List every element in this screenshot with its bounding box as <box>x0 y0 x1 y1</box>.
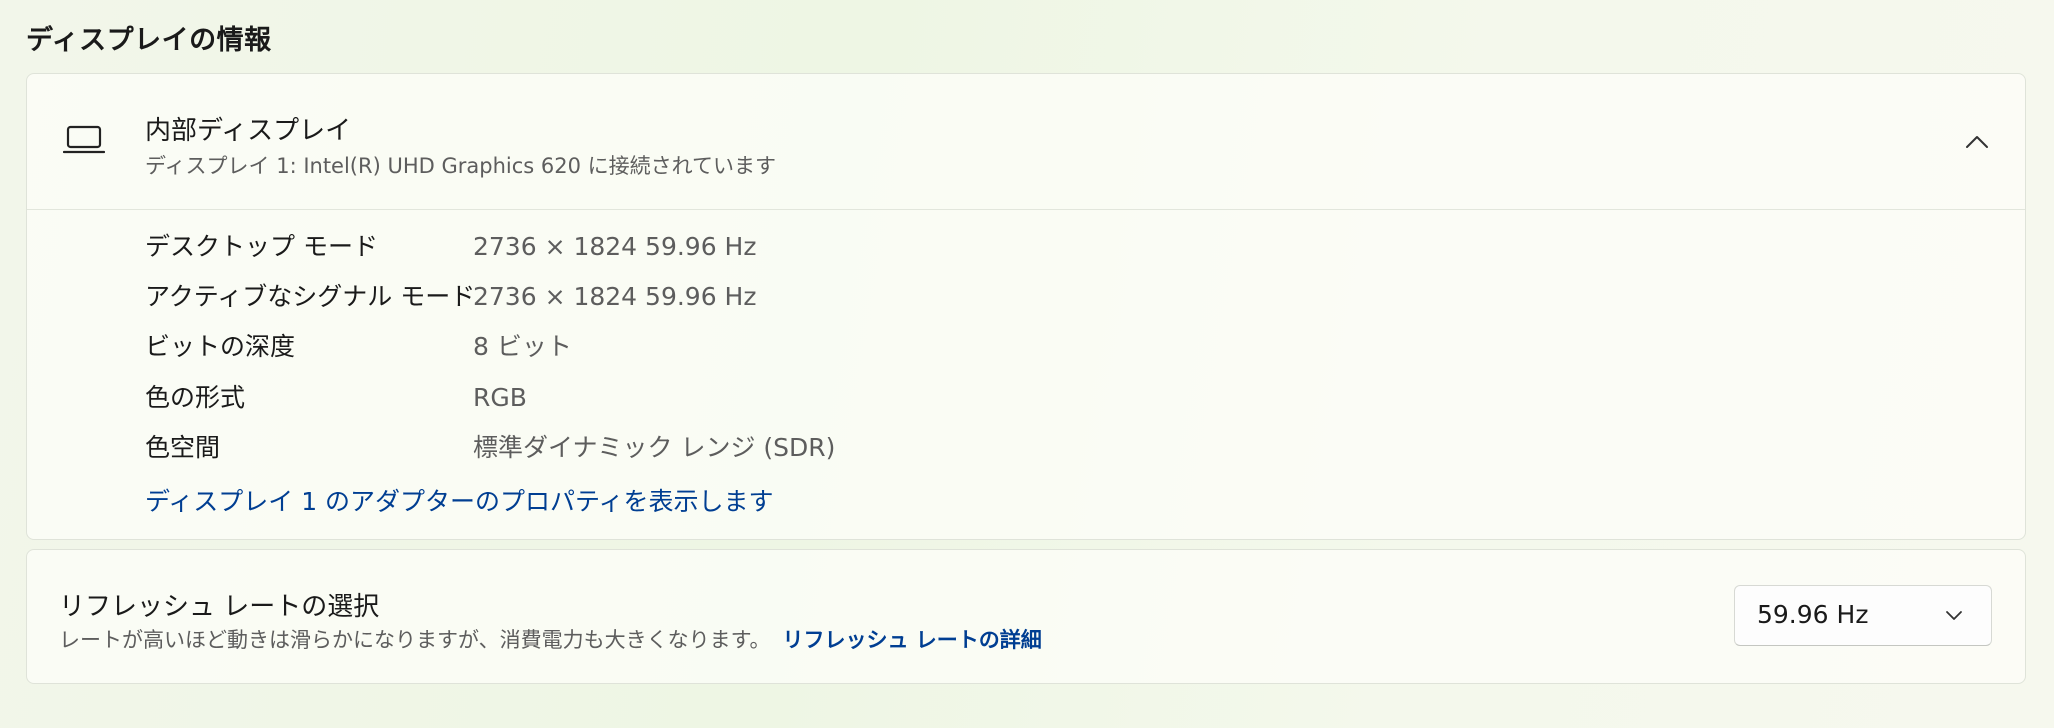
refresh-rate-details-link[interactable]: リフレッシュ レートの詳細 <box>782 628 1041 652</box>
display-subtitle: ディスプレイ 1: Intel(R) UHD Graphics 620 に接続さ… <box>145 154 777 178</box>
chevron-down-icon <box>1946 611 1962 620</box>
property-label: アクティブなシグナル モード <box>145 282 476 311</box>
property-value: 2736 × 1824 59.96 Hz <box>473 282 757 311</box>
property-value: 8 ビット <box>473 332 572 361</box>
refresh-rate-dropdown[interactable]: 59.96 Hz <box>1734 585 1992 646</box>
property-label: デスクトップ モード <box>145 232 378 261</box>
adapter-properties-link[interactable]: ディスプレイ 1 のアダプターのプロパティを表示します <box>145 482 774 518</box>
refresh-rate-description: レートが高いほど動きは滑らかになりますが、消費電力も大きくなります。 リフレッシュ… <box>59 624 1042 654</box>
property-label: ビットの深度 <box>145 332 296 361</box>
display-title: 内部ディスプレイ <box>145 116 352 146</box>
property-label: 色空間 <box>145 433 221 462</box>
refresh-rate-description-text: レートが高いほど動きは滑らかになりますが、消費電力も大きくなります。 <box>59 628 771 652</box>
collapse-button[interactable] <box>1953 118 2001 166</box>
refresh-rate-selected-value: 59.96 Hz <box>1757 600 1869 629</box>
property-value: RGB <box>473 383 527 412</box>
display-header[interactable]: 内部ディスプレイ ディスプレイ 1: Intel(R) UHD Graphics… <box>27 74 2025 210</box>
property-label: 色の形式 <box>145 383 246 412</box>
property-value: 標準ダイナミック レンジ (SDR) <box>473 433 836 462</box>
property-value: 2736 × 1824 59.96 Hz <box>473 232 757 261</box>
display-info-card: 内部ディスプレイ ディスプレイ 1: Intel(R) UHD Graphics… <box>26 73 2026 540</box>
refresh-rate-card: リフレッシュ レートの選択 レートが高いほど動きは滑らかになりますが、消費電力も… <box>26 549 2026 684</box>
chevron-up-icon <box>1966 136 1988 148</box>
refresh-rate-title: リフレッシュ レートの選択 <box>59 592 380 622</box>
laptop-icon <box>63 125 105 154</box>
section-title: ディスプレイの情報 <box>26 25 272 56</box>
